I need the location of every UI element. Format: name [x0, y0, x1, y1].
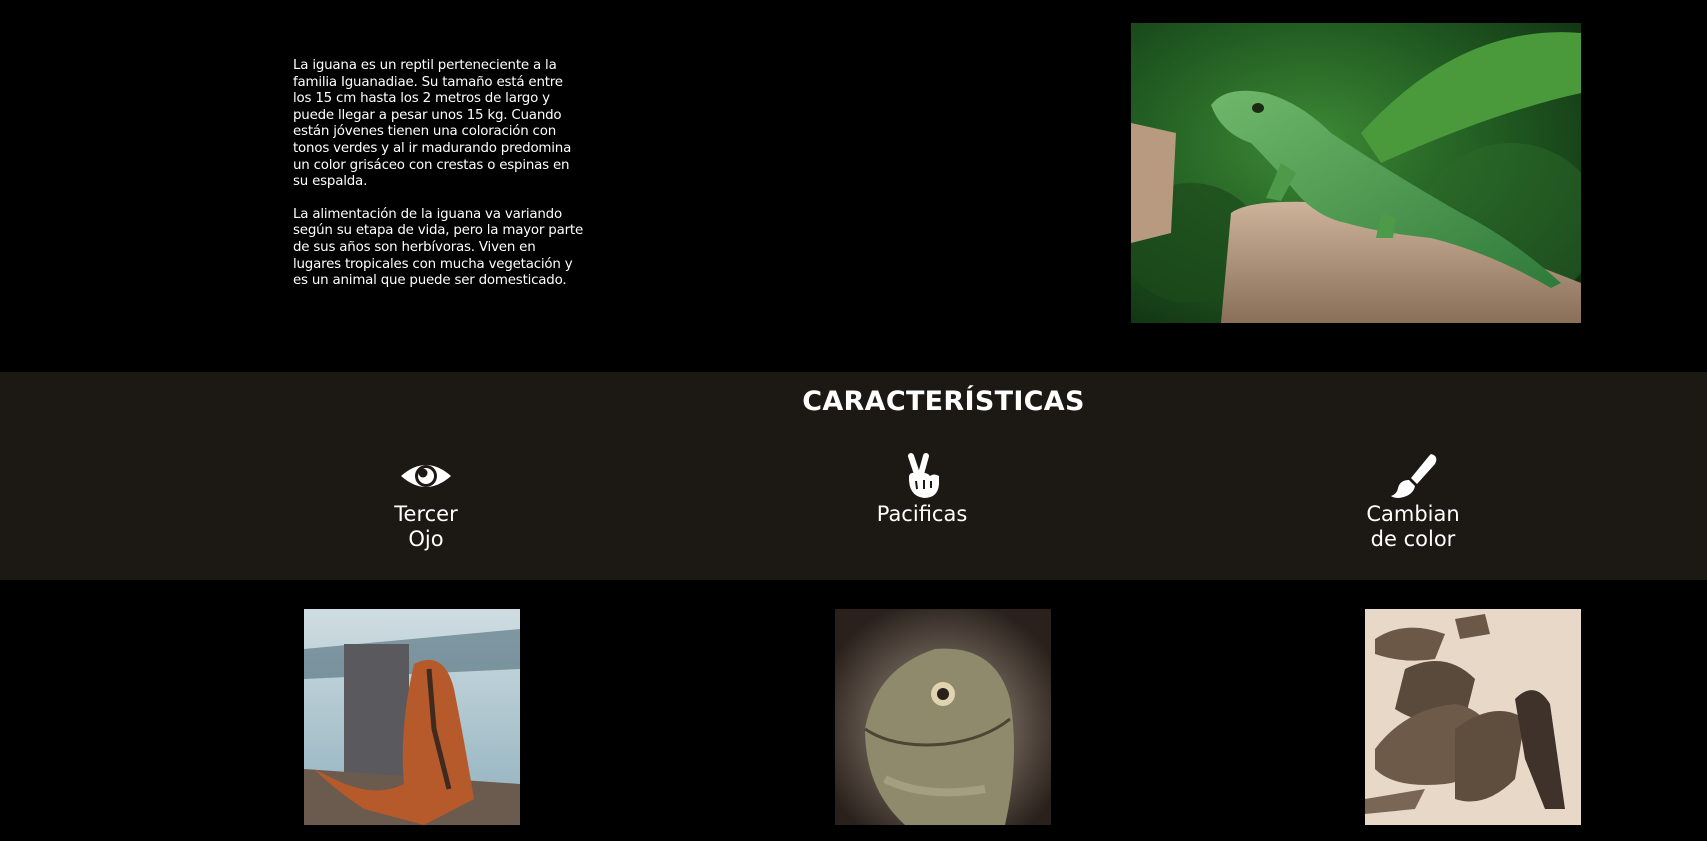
feature-label: Pacificas: [876, 502, 968, 526]
intro-paragraph-2: La alimentación de la iguana va variando…: [293, 206, 583, 289]
peace-hand-icon: [894, 452, 950, 500]
intro-text: La iguana es un reptil perteneciente a l…: [293, 58, 585, 290]
feature-color-change: Cambian de color: [1333, 452, 1493, 552]
gallery-image-iguana-group: [1365, 609, 1581, 825]
intro-paragraph-1: La iguana es un reptil perteneciente a l…: [293, 58, 572, 190]
paintbrush-icon: [1385, 452, 1441, 500]
features-title: CARACTERÍSTICAS: [802, 386, 1085, 417]
feature-label: Tercer Ojo: [394, 502, 458, 551]
feature-peaceful: Pacificas: [842, 452, 1002, 527]
gallery-image-iguana-head: [835, 609, 1051, 825]
hero-iguana-photo: [1131, 23, 1581, 323]
features-section: CARACTERÍSTICAS Tercer Ojo Pacificas Cam…: [0, 372, 1707, 580]
feature-third-eye: Tercer Ojo: [346, 452, 506, 552]
feature-label: Cambian de color: [1366, 502, 1460, 551]
eye-icon: [398, 452, 454, 500]
page: La iguana es un reptil perteneciente a l…: [0, 0, 1707, 841]
gallery-image-orange-iguana: [304, 609, 520, 825]
